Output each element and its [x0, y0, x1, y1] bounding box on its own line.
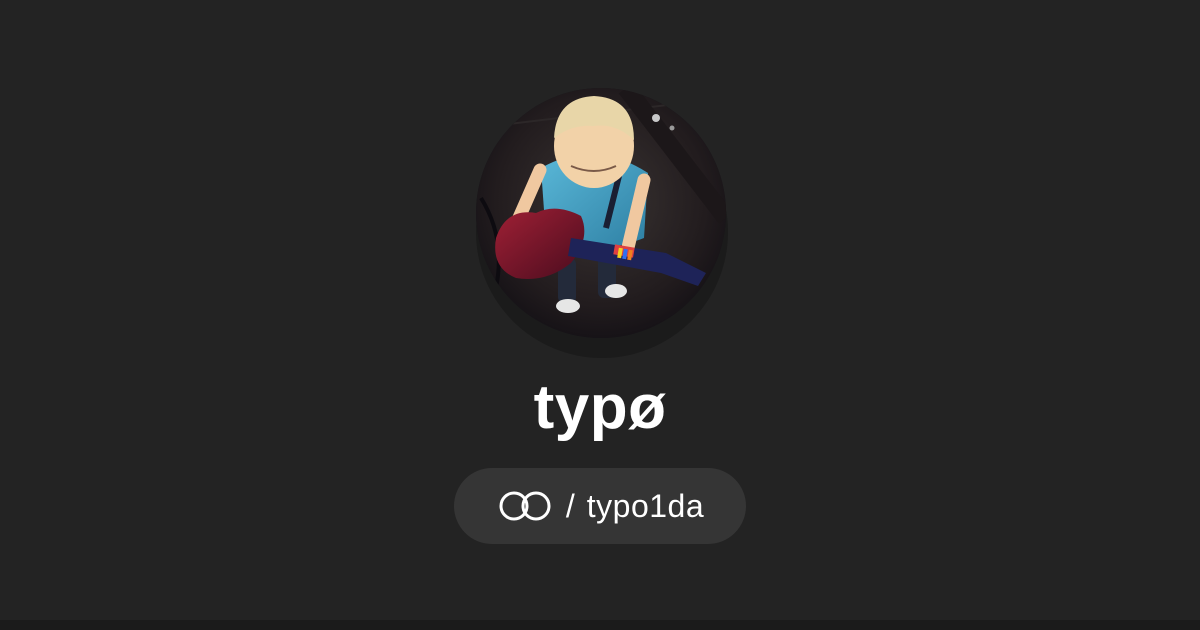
profile-card: typø / typo1da [0, 0, 1200, 630]
bottom-strip [0, 620, 1200, 630]
handle-text: typo1da [586, 488, 705, 524]
handle-separator: / [565, 488, 575, 524]
avatar-photo [476, 88, 726, 338]
display-name: typø [533, 373, 667, 442]
avatar[interactable] [476, 88, 726, 338]
handle-link[interactable]: / typo1da [454, 468, 746, 544]
linked-rings-icon [496, 489, 554, 523]
